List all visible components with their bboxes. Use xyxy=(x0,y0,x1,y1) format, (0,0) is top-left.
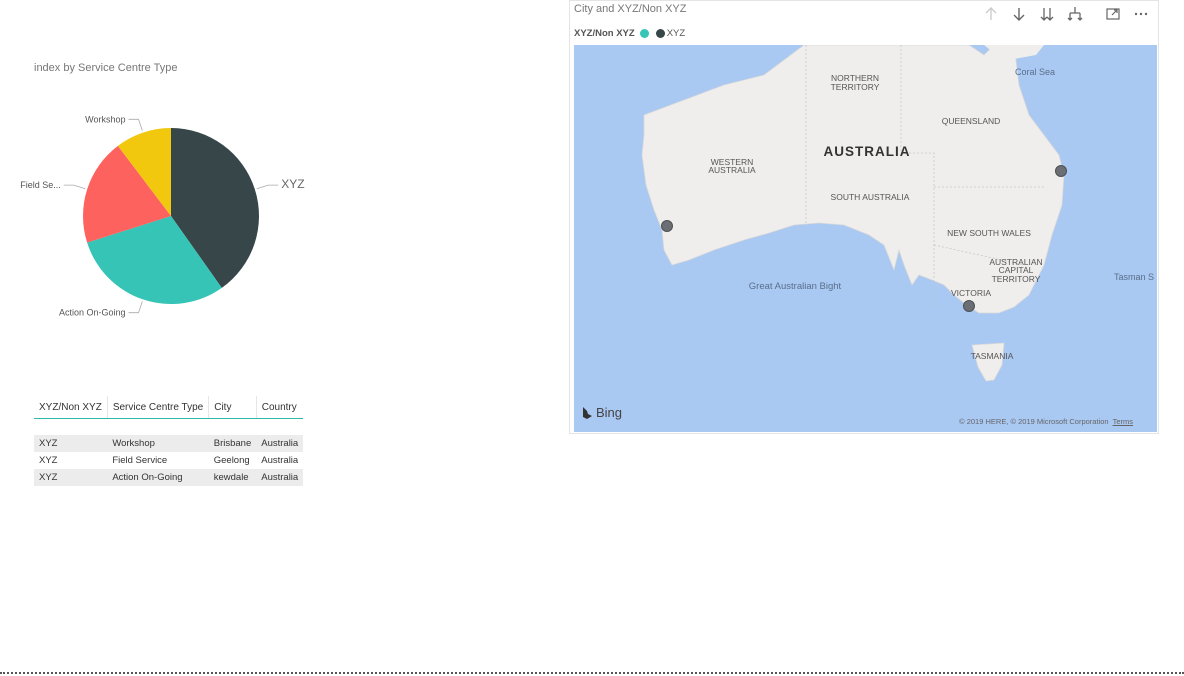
table-row[interactable]: XYZ Action On-Going kewdale Australia xyxy=(34,469,304,486)
bing-icon xyxy=(583,406,592,419)
pie-slice-label: Workshop xyxy=(85,114,125,124)
map-label-new-south-wales: NEW SOUTH WALES xyxy=(947,228,1031,238)
map-legend: XYZ/Non XYZ XYZ xyxy=(574,28,685,39)
column-header-city[interactable]: City xyxy=(208,396,257,419)
map-label-victoria: VICTORIA xyxy=(951,288,991,298)
pie-leader-line xyxy=(128,118,143,131)
terms-link[interactable]: Terms xyxy=(1113,417,1133,426)
page-bottom-border xyxy=(0,672,1184,674)
map-label-great-australian-bight: Great Australian Bight xyxy=(749,281,842,292)
pie-leader-line xyxy=(63,184,86,190)
table-cell: Field Service xyxy=(107,452,209,469)
expand-hierarchy-icon[interactable] xyxy=(1066,5,1084,23)
pie-leader-line xyxy=(256,184,279,190)
map-label-tasman-sea: Tasman S xyxy=(1114,272,1154,282)
pie-leader-line xyxy=(128,301,143,314)
drill-up-icon[interactable] xyxy=(982,5,1000,23)
table-cell: Australia xyxy=(256,469,304,486)
bing-label: Bing xyxy=(596,405,623,420)
map-label-queensland: QUEENSLAND xyxy=(942,116,1001,126)
more-options-icon[interactable] xyxy=(1132,5,1150,23)
map-title: City and XYZ/Non XYZ xyxy=(574,3,687,15)
map-label-western-australia: AUSTRALIA xyxy=(708,165,756,175)
map-marker-geelong[interactable] xyxy=(963,300,975,312)
map-marker-kewdale[interactable] xyxy=(661,220,673,232)
pie-slice-label: XYZ xyxy=(281,177,304,191)
table-row[interactable]: XYZ Field Service Geelong Australia xyxy=(34,452,304,469)
bing-logo: Bing xyxy=(582,405,622,420)
pie-slice-label: Action On-Going xyxy=(59,308,126,318)
legend-dot-icon xyxy=(655,29,665,38)
map-canvas[interactable]: NORTHERN TERRITORY QUEENSLAND WESTERN AU… xyxy=(574,45,1157,432)
map-svg[interactable]: NORTHERN TERRITORY QUEENSLAND WESTERN AU… xyxy=(574,45,1157,432)
legend-title: XYZ/Non XYZ xyxy=(574,28,635,39)
copyright-text: © 2019 HERE, © 2019 Microsoft Corporatio… xyxy=(959,417,1109,426)
map-label-south-australia: SOUTH AUSTRALIA xyxy=(831,192,910,202)
table-cell: XYZ xyxy=(34,435,108,452)
pie-chart-svg[interactable]: XYZ Action On-Going Field Se... Workshop xyxy=(20,90,320,330)
go-to-next-level-icon[interactable] xyxy=(1038,5,1056,23)
table-cell: Brisbane xyxy=(208,435,257,452)
table-cell: Action On-Going xyxy=(107,469,209,486)
table-spacer xyxy=(34,418,304,435)
map-label-northern-territory: TERRITORY xyxy=(831,82,880,92)
map-label-coral-sea: Coral Sea xyxy=(1015,67,1055,77)
map-copyright: © 2019 HERE, © 2019 Microsoft Corporatio… xyxy=(959,417,1133,426)
legend-item-label: XYZ xyxy=(666,28,686,39)
table-cell: XYZ xyxy=(34,469,108,486)
drill-down-icon[interactable] xyxy=(1010,5,1028,23)
visual-toolbar xyxy=(982,5,1150,23)
table-cell: Australia xyxy=(256,452,304,469)
table-row[interactable]: XYZ Workshop Brisbane Australia xyxy=(34,435,304,452)
data-table: XYZ/Non XYZ Service Centre Type City Cou… xyxy=(34,396,304,486)
table-cell: Geelong xyxy=(208,452,257,469)
data-table-visual[interactable]: XYZ/Non XYZ Service Centre Type City Cou… xyxy=(34,396,304,486)
table-cell: Workshop xyxy=(107,435,209,452)
column-header-xyz[interactable]: XYZ/Non XYZ xyxy=(34,396,108,419)
legend-item[interactable]: XYZ xyxy=(655,28,686,39)
table-cell: Australia xyxy=(256,435,304,452)
pie-chart-title: index by Service Centre Type xyxy=(34,62,178,74)
map-visual[interactable]: City and XYZ/Non XYZ XYZ/Non XYZ XYZ NOR… xyxy=(569,0,1159,434)
map-label-australia: AUSTRALIA xyxy=(824,144,911,159)
column-header-country[interactable]: Country xyxy=(255,396,304,419)
pie-slice-label: Field Se... xyxy=(20,180,61,190)
legend-item[interactable] xyxy=(639,29,651,38)
table-header-row: XYZ/Non XYZ Service Centre Type City Cou… xyxy=(34,396,304,419)
map-marker-brisbane[interactable] xyxy=(1055,165,1067,177)
legend-dot-icon xyxy=(639,29,649,38)
focus-mode-icon[interactable] xyxy=(1104,5,1122,23)
column-header-service-centre-type[interactable]: Service Centre Type xyxy=(106,396,209,419)
pie-chart-visual[interactable]: index by Service Centre Type XYZ Action O… xyxy=(20,50,320,330)
table-cell: kewdale xyxy=(208,469,257,486)
map-label-tasmania: TASMANIA xyxy=(971,351,1014,361)
table-cell: XYZ xyxy=(34,452,108,469)
map-label-act: TERRITORY xyxy=(992,274,1041,284)
